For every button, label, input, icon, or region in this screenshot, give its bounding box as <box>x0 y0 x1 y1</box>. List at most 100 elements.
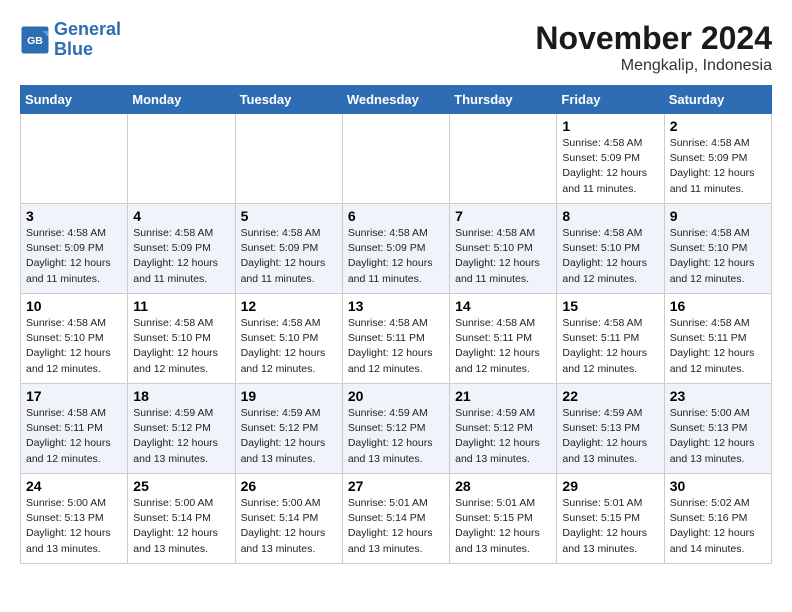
location: Mengkalip, Indonesia <box>535 57 772 75</box>
calendar-cell: 27 Sunrise: 5:01 AM Sunset: 5:14 PM Dayli… <box>342 474 449 564</box>
svg-text:GB: GB <box>27 35 43 47</box>
day-number: 19 <box>241 388 337 404</box>
calendar-cell <box>235 114 342 204</box>
calendar-cell: 7 Sunrise: 4:58 AM Sunset: 5:10 PM Daylig… <box>450 204 557 294</box>
calendar-cell: 4Sunrise: 4:58 AM Sunset: 5:09 PM Daylig… <box>128 204 235 294</box>
calendar-week-2: 3 Sunrise: 4:58 AM Sunset: 5:09 PM Daylig… <box>21 204 772 294</box>
day-info: Sunrise: 5:00 AM Sunset: 5:13 PM Dayligh… <box>670 406 766 467</box>
day-info: Sunrise: 4:59 AM Sunset: 5:13 PM Dayligh… <box>562 406 658 467</box>
calendar-cell: 3 Sunrise: 4:58 AM Sunset: 5:09 PM Daylig… <box>21 204 128 294</box>
day-number: 23 <box>670 388 766 404</box>
logo-text: General Blue <box>54 20 121 60</box>
day-info: Sunrise: 4:59 AM Sunset: 5:12 PM Dayligh… <box>133 406 229 467</box>
calendar-cell: 22 Sunrise: 4:59 AM Sunset: 5:13 PM Dayli… <box>557 384 664 474</box>
day-number: 7 <box>455 208 551 224</box>
day-info: Sunrise: 4:58 AM Sunset: 5:10 PM Dayligh… <box>133 316 229 377</box>
weekday-friday: Friday <box>557 86 664 114</box>
day-info: Sunrise: 4:58 AM Sunset: 5:09 PM Dayligh… <box>26 226 122 287</box>
calendar-cell: 2Sunrise: 4:58 AM Sunset: 5:09 PM Daylig… <box>664 114 771 204</box>
day-info: Sunrise: 5:01 AM Sunset: 5:15 PM Dayligh… <box>562 496 658 557</box>
day-info: Sunrise: 5:01 AM Sunset: 5:15 PM Dayligh… <box>455 496 551 557</box>
calendar-week-1: 1 Sunrise: 4:58 AM Sunset: 5:09 PM Daylig… <box>21 114 772 204</box>
calendar-cell: 11Sunrise: 4:58 AM Sunset: 5:10 PM Dayli… <box>128 294 235 384</box>
calendar-week-4: 17 Sunrise: 4:58 AM Sunset: 5:11 PM Dayli… <box>21 384 772 474</box>
day-info: Sunrise: 5:02 AM Sunset: 5:16 PM Dayligh… <box>670 496 766 557</box>
calendar-cell: 26 Sunrise: 5:00 AM Sunset: 5:14 PM Dayli… <box>235 474 342 564</box>
day-number: 24 <box>26 478 122 494</box>
day-number: 21 <box>455 388 551 404</box>
day-info: Sunrise: 4:58 AM Sunset: 5:11 PM Dayligh… <box>562 316 658 377</box>
day-info: Sunrise: 4:58 AM Sunset: 5:09 PM Dayligh… <box>562 136 658 197</box>
calendar-cell: 1 Sunrise: 4:58 AM Sunset: 5:09 PM Daylig… <box>557 114 664 204</box>
day-info: Sunrise: 4:59 AM Sunset: 5:12 PM Dayligh… <box>455 406 551 467</box>
day-info: Sunrise: 4:58 AM Sunset: 5:10 PM Dayligh… <box>562 226 658 287</box>
day-info: Sunrise: 4:58 AM Sunset: 5:09 PM Dayligh… <box>133 226 229 287</box>
page-header: GB General Blue November 2024 Mengkalip,… <box>20 20 772 75</box>
day-number: 2 <box>670 118 766 134</box>
day-info: Sunrise: 4:58 AM Sunset: 5:10 PM Dayligh… <box>670 226 766 287</box>
weekday-header-row: SundayMondayTuesdayWednesdayThursdayFrid… <box>21 86 772 114</box>
month-title: November 2024 <box>535 20 772 57</box>
calendar-cell: 8 Sunrise: 4:58 AM Sunset: 5:10 PM Daylig… <box>557 204 664 294</box>
weekday-wednesday: Wednesday <box>342 86 449 114</box>
day-info: Sunrise: 4:58 AM Sunset: 5:11 PM Dayligh… <box>26 406 122 467</box>
calendar-week-5: 24 Sunrise: 5:00 AM Sunset: 5:13 PM Dayli… <box>21 474 772 564</box>
weekday-saturday: Saturday <box>664 86 771 114</box>
logo-icon: GB <box>20 25 50 55</box>
day-number: 30 <box>670 478 766 494</box>
calendar-cell: 10Sunrise: 4:58 AM Sunset: 5:10 PM Dayli… <box>21 294 128 384</box>
calendar-week-3: 10Sunrise: 4:58 AM Sunset: 5:10 PM Dayli… <box>21 294 772 384</box>
day-number: 9 <box>670 208 766 224</box>
day-number: 27 <box>348 478 444 494</box>
day-number: 17 <box>26 388 122 404</box>
calendar-cell <box>21 114 128 204</box>
calendar-cell: 18Sunrise: 4:59 AM Sunset: 5:12 PM Dayli… <box>128 384 235 474</box>
day-number: 16 <box>670 298 766 314</box>
calendar-cell: 19 Sunrise: 4:59 AM Sunset: 5:12 PM Dayli… <box>235 384 342 474</box>
day-info: Sunrise: 5:01 AM Sunset: 5:14 PM Dayligh… <box>348 496 444 557</box>
day-info: Sunrise: 4:58 AM Sunset: 5:10 PM Dayligh… <box>455 226 551 287</box>
day-number: 3 <box>26 208 122 224</box>
calendar-cell: 5Sunrise: 4:58 AM Sunset: 5:09 PM Daylig… <box>235 204 342 294</box>
calendar-cell <box>128 114 235 204</box>
calendar-cell: 13Sunrise: 4:58 AM Sunset: 5:11 PM Dayli… <box>342 294 449 384</box>
weekday-thursday: Thursday <box>450 86 557 114</box>
calendar-cell: 16 Sunrise: 4:58 AM Sunset: 5:11 PM Dayli… <box>664 294 771 384</box>
day-info: Sunrise: 4:59 AM Sunset: 5:12 PM Dayligh… <box>241 406 337 467</box>
calendar-table: SundayMondayTuesdayWednesdayThursdayFrid… <box>20 85 772 564</box>
calendar-cell: 23 Sunrise: 5:00 AM Sunset: 5:13 PM Dayli… <box>664 384 771 474</box>
day-info: Sunrise: 4:58 AM Sunset: 5:10 PM Dayligh… <box>241 316 337 377</box>
calendar-cell: 21 Sunrise: 4:59 AM Sunset: 5:12 PM Dayli… <box>450 384 557 474</box>
day-number: 15 <box>562 298 658 314</box>
calendar-cell: 15 Sunrise: 4:58 AM Sunset: 5:11 PM Dayli… <box>557 294 664 384</box>
calendar-cell: 20Sunrise: 4:59 AM Sunset: 5:12 PM Dayli… <box>342 384 449 474</box>
weekday-monday: Monday <box>128 86 235 114</box>
day-info: Sunrise: 4:58 AM Sunset: 5:11 PM Dayligh… <box>455 316 551 377</box>
day-number: 12 <box>241 298 337 314</box>
day-number: 26 <box>241 478 337 494</box>
day-info: Sunrise: 4:58 AM Sunset: 5:11 PM Dayligh… <box>670 316 766 377</box>
calendar-cell: 12 Sunrise: 4:58 AM Sunset: 5:10 PM Dayli… <box>235 294 342 384</box>
day-info: Sunrise: 4:59 AM Sunset: 5:12 PM Dayligh… <box>348 406 444 467</box>
calendar-cell <box>342 114 449 204</box>
day-number: 28 <box>455 478 551 494</box>
day-info: Sunrise: 4:58 AM Sunset: 5:09 PM Dayligh… <box>241 226 337 287</box>
day-number: 1 <box>562 118 658 134</box>
calendar-cell: 14 Sunrise: 4:58 AM Sunset: 5:11 PM Dayli… <box>450 294 557 384</box>
calendar-cell: 17 Sunrise: 4:58 AM Sunset: 5:11 PM Dayli… <box>21 384 128 474</box>
day-number: 22 <box>562 388 658 404</box>
day-info: Sunrise: 5:00 AM Sunset: 5:14 PM Dayligh… <box>241 496 337 557</box>
calendar-cell <box>450 114 557 204</box>
day-info: Sunrise: 4:58 AM Sunset: 5:09 PM Dayligh… <box>348 226 444 287</box>
calendar-cell: 24 Sunrise: 5:00 AM Sunset: 5:13 PM Dayli… <box>21 474 128 564</box>
calendar-cell: 28 Sunrise: 5:01 AM Sunset: 5:15 PM Dayli… <box>450 474 557 564</box>
day-number: 13 <box>348 298 444 314</box>
calendar-cell: 25Sunrise: 5:00 AM Sunset: 5:14 PM Dayli… <box>128 474 235 564</box>
day-number: 14 <box>455 298 551 314</box>
calendar-cell: 6 Sunrise: 4:58 AM Sunset: 5:09 PM Daylig… <box>342 204 449 294</box>
calendar-cell: 9 Sunrise: 4:58 AM Sunset: 5:10 PM Daylig… <box>664 204 771 294</box>
weekday-sunday: Sunday <box>21 86 128 114</box>
day-info: Sunrise: 5:00 AM Sunset: 5:13 PM Dayligh… <box>26 496 122 557</box>
day-number: 8 <box>562 208 658 224</box>
day-number: 6 <box>348 208 444 224</box>
